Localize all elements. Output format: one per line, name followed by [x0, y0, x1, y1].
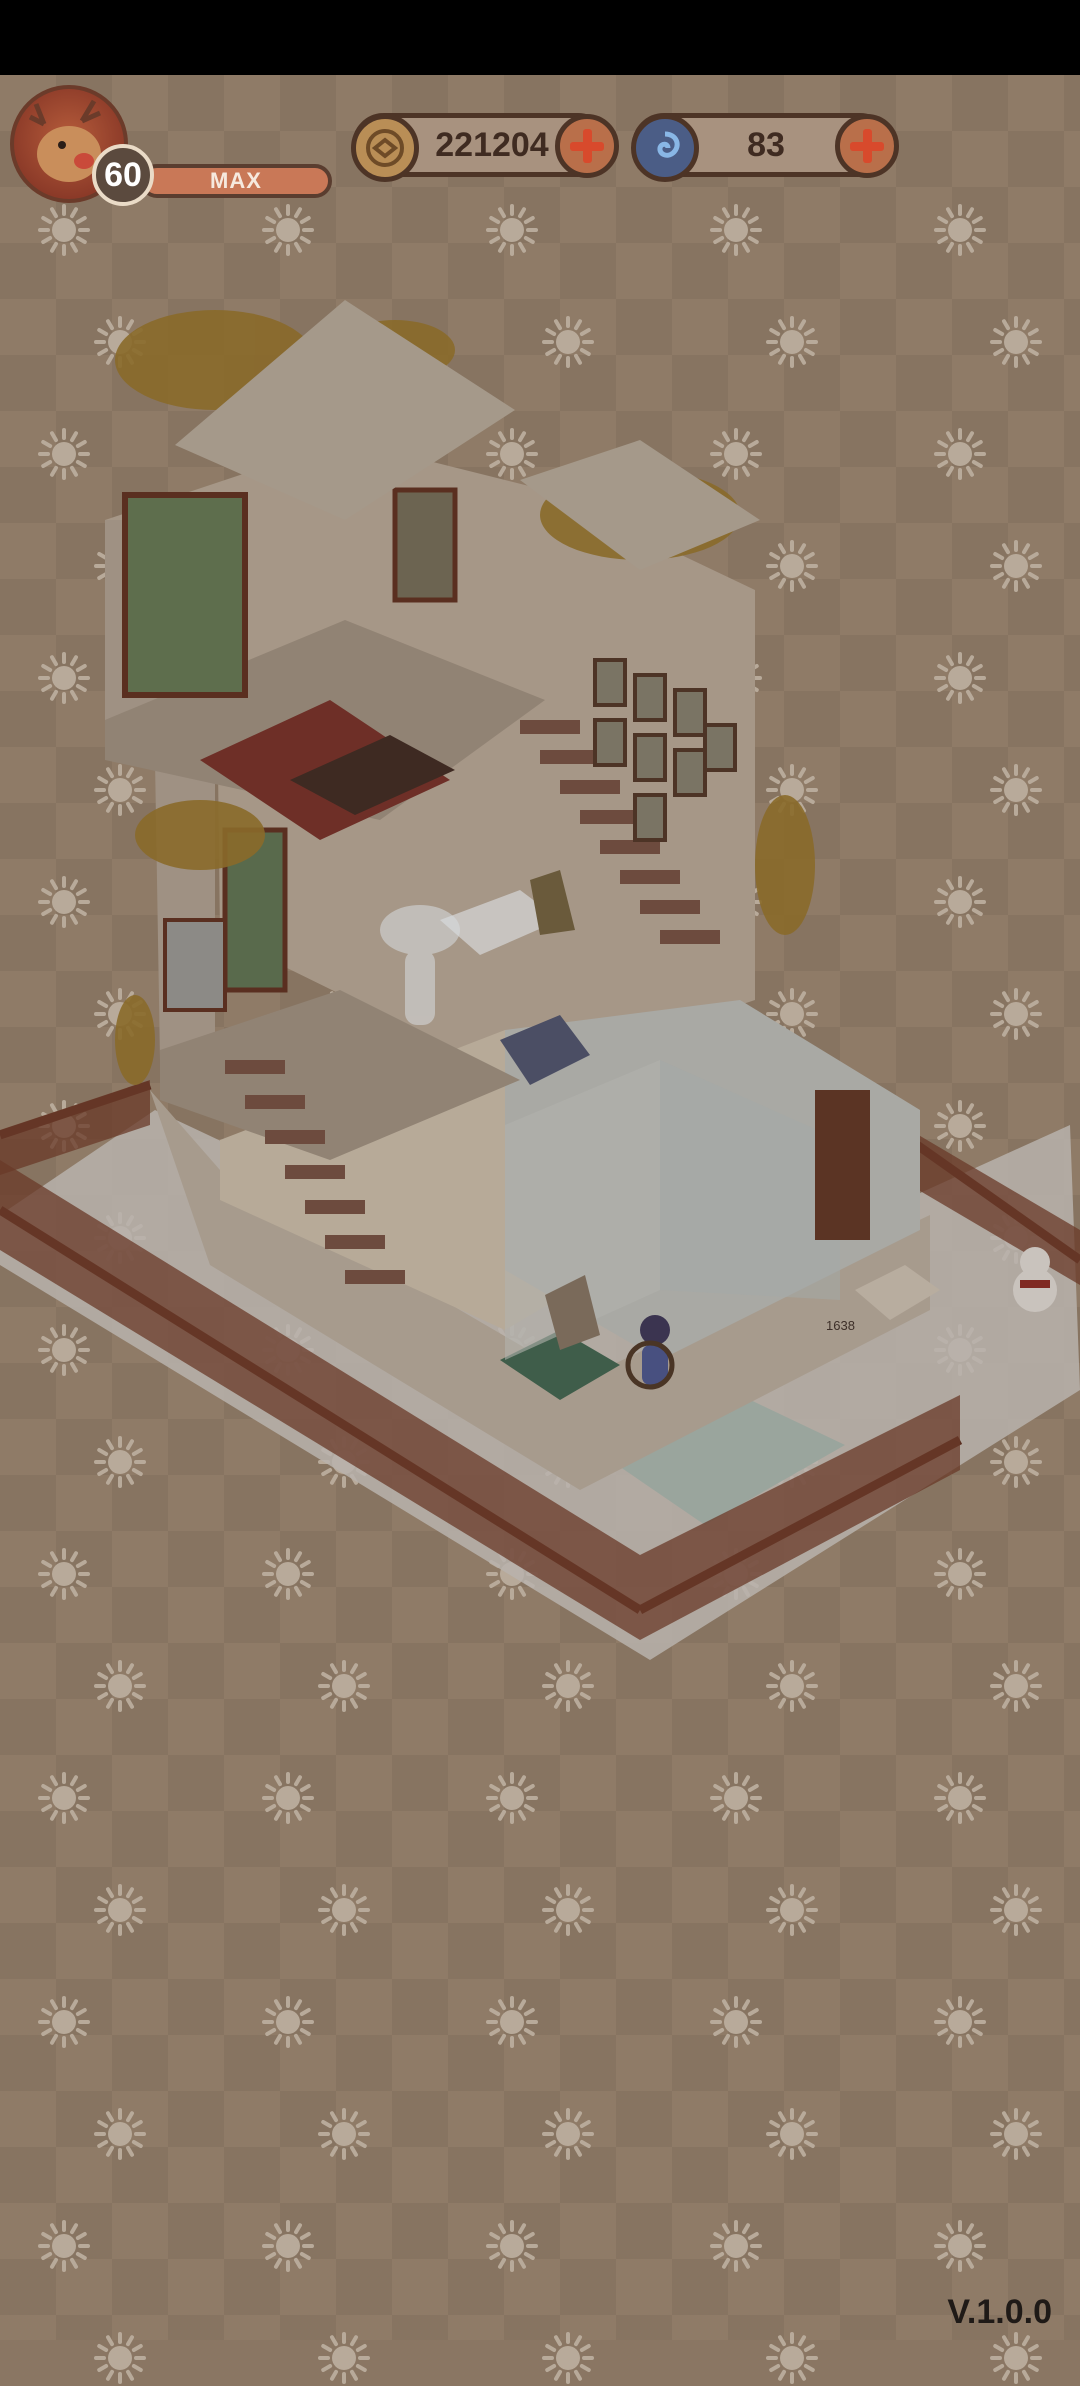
- coin-icon: [351, 114, 419, 182]
- house-scene[interactable]: 1638: [0, 0, 1080, 2340]
- xp-bar: MAX: [140, 164, 332, 198]
- window-top: [392, 487, 458, 603]
- version-label: V.1.0.0: [947, 2293, 1052, 2331]
- energy-value: 83: [747, 126, 785, 164]
- level-badge: 60: [92, 144, 154, 206]
- window-left: [122, 492, 248, 698]
- xp-label: MAX: [210, 168, 262, 193]
- level-value: 60: [104, 155, 142, 194]
- energy-counter: 83: [631, 113, 899, 182]
- coin-counter: 221204: [351, 113, 619, 182]
- add-coins-button[interactable]: [555, 114, 619, 178]
- house-plaque: 1638: [826, 1318, 855, 1333]
- coin-value: 221204: [435, 126, 549, 164]
- bookshelf: [815, 1090, 870, 1240]
- add-energy-button[interactable]: [835, 114, 899, 178]
- bathroom-mirror: [163, 918, 227, 1012]
- swirl-gem-icon: [631, 114, 699, 182]
